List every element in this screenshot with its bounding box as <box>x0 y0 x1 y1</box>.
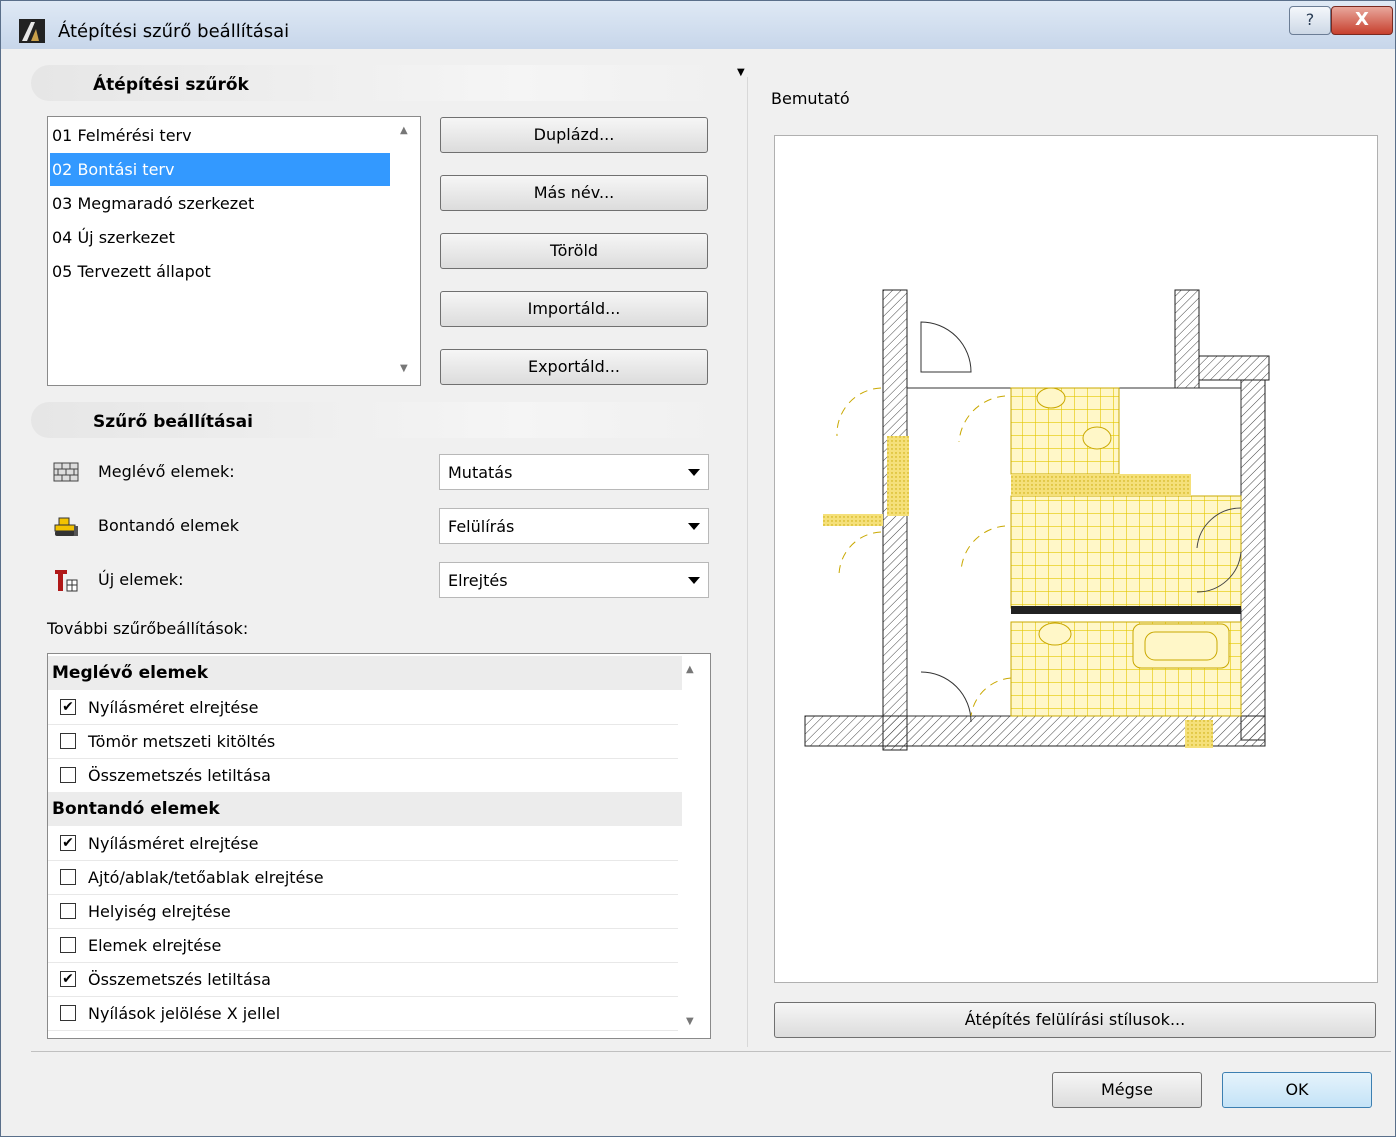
footer-divider <box>31 1051 1391 1052</box>
new-elements-row: Új elemek: Elrejtés <box>47 562 709 598</box>
dialog-content: Átépítési szűrők ▼ 01 Felmérési terv 02 … <box>7 49 1391 1131</box>
list-item[interactable]: 03 Megmaradó szerkezet <box>50 187 390 220</box>
demolished-elements-dropdown[interactable]: Felülírás <box>439 508 709 544</box>
existing-elements-dropdown[interactable]: Mutatás <box>439 454 709 490</box>
crane-icon <box>55 570 78 592</box>
scroll-down-icon[interactable]: ▼ <box>686 1016 694 1027</box>
option-label: Nyílásméret elrejtése <box>88 698 259 717</box>
new-elements-dropdown[interactable]: Elrejtés <box>439 562 709 598</box>
list-item[interactable]: 01 Felmérési terv <box>50 119 390 152</box>
option-row[interactable]: Elemek elrejtése <box>48 928 678 963</box>
option-label: Összemetszés letiltása <box>88 766 271 785</box>
dropdown-value: Felülírás <box>448 517 515 536</box>
options-group-header: Bontandó elemek <box>48 792 682 826</box>
export-button[interactable]: Exportáld... <box>440 349 708 385</box>
option-row[interactable]: ✔ Nyílásméret elrejtése <box>48 826 678 861</box>
demolished-elements-row: Bontandó elemek Felülírás <box>47 508 709 544</box>
scroll-up-icon[interactable]: ▲ <box>686 664 694 675</box>
title-bar: Átépítési szűrő beállításai ? X <box>1 1 1395 49</box>
more-options-label: További szűrőbeállítások: <box>47 619 249 638</box>
delete-button[interactable]: Töröld <box>440 233 708 269</box>
scroll-up-icon[interactable]: ▲ <box>400 125 408 136</box>
filters-section-header: Átépítési szűrők <box>31 65 727 101</box>
dropdown-value: Elrejtés <box>448 571 508 590</box>
help-button[interactable]: ? <box>1289 6 1331 35</box>
list-item[interactable]: 04 Új szerkezet <box>50 221 390 254</box>
pane-divider[interactable] <box>747 77 748 1047</box>
bulldozer-icon <box>54 517 78 536</box>
dropdown-value: Mutatás <box>448 463 513 482</box>
brick-wall-icon <box>53 462 79 482</box>
option-label: Elemek elrejtése <box>88 936 222 955</box>
option-label: Nyílások jelölése X jellel <box>88 1004 281 1023</box>
cancel-button[interactable]: Mégse <box>1052 1072 1202 1108</box>
close-button[interactable]: X <box>1331 6 1393 35</box>
preview-area <box>774 135 1378 983</box>
option-row[interactable]: Nyílások jelölése X jellel <box>48 996 678 1031</box>
chevron-down-icon <box>688 469 700 476</box>
checkbox[interactable]: ✔ <box>60 971 76 987</box>
demolished-elements-label: Bontandó elemek <box>98 516 239 535</box>
option-label: Helyiség elrejtése <box>88 902 231 921</box>
checkbox[interactable] <box>60 869 76 885</box>
filter-list[interactable]: 01 Felmérési terv 02 Bontási terv 03 Meg… <box>47 116 421 386</box>
new-elements-label: Új elemek: <box>98 570 184 589</box>
option-row[interactable]: Ajtó/ablak/tetőablak elrejtése <box>48 860 678 895</box>
option-label: Ajtó/ablak/tetőablak elrejtése <box>88 868 324 887</box>
option-row[interactable]: ✔ Nyílásméret elrejtése <box>48 690 678 725</box>
option-row[interactable]: Összemetszés letiltása <box>48 758 678 793</box>
existing-elements-row: Meglévő elemek: Mutatás <box>47 454 709 490</box>
existing-elements-label: Meglévő elemek: <box>98 462 235 481</box>
checkbox[interactable] <box>60 1005 76 1021</box>
duplicate-button[interactable]: Duplázd... <box>440 117 708 153</box>
option-row[interactable]: Tömör metszeti kitöltés <box>48 724 678 759</box>
option-label: Tömör metszeti kitöltés <box>88 732 276 751</box>
more-options-list[interactable]: Meglévő elemek ✔ Nyílásméret elrejtése T… <box>47 653 711 1039</box>
dialog-window: Átépítési szűrő beállításai ? X Átépítés… <box>0 0 1396 1137</box>
checkbox[interactable]: ✔ <box>60 835 76 851</box>
options-group-header: Meglévő elemek <box>48 656 682 690</box>
chevron-down-icon <box>688 577 700 584</box>
import-button[interactable]: Importáld... <box>440 291 708 327</box>
archicad-logo-icon <box>19 19 45 43</box>
option-label: Nyílásméret elrejtése <box>88 834 259 853</box>
settings-section-header: Szűrő beállításai <box>31 402 727 438</box>
ok-button[interactable]: OK <box>1222 1072 1372 1108</box>
scroll-down-icon[interactable]: ▼ <box>400 363 408 374</box>
list-item[interactable]: 02 Bontási terv <box>50 153 390 186</box>
filters-section-title: Átépítési szűrők <box>93 75 249 95</box>
checkbox[interactable] <box>60 767 76 783</box>
option-row[interactable]: ✔ Összemetszés letiltása <box>48 962 678 997</box>
list-item[interactable]: 05 Tervezett állapot <box>50 255 390 288</box>
rename-button[interactable]: Más név... <box>440 175 708 211</box>
settings-section-title: Szűrő beállításai <box>93 412 253 432</box>
checkbox[interactable] <box>60 903 76 919</box>
chevron-down-icon <box>688 523 700 530</box>
option-label: Összemetszés letiltása <box>88 970 271 989</box>
checkbox[interactable] <box>60 733 76 749</box>
option-row[interactable]: Helyiség elrejtése <box>48 894 678 929</box>
floor-plan-preview <box>804 289 1270 751</box>
checkbox[interactable] <box>60 937 76 953</box>
panel-collapse-icon[interactable]: ▼ <box>737 67 745 78</box>
checkbox[interactable]: ✔ <box>60 699 76 715</box>
preview-label: Bemutató <box>771 89 850 108</box>
window-title: Átépítési szűrő beállításai <box>58 21 290 42</box>
override-styles-button[interactable]: Átépítés felülírási stílusok... <box>774 1002 1376 1038</box>
